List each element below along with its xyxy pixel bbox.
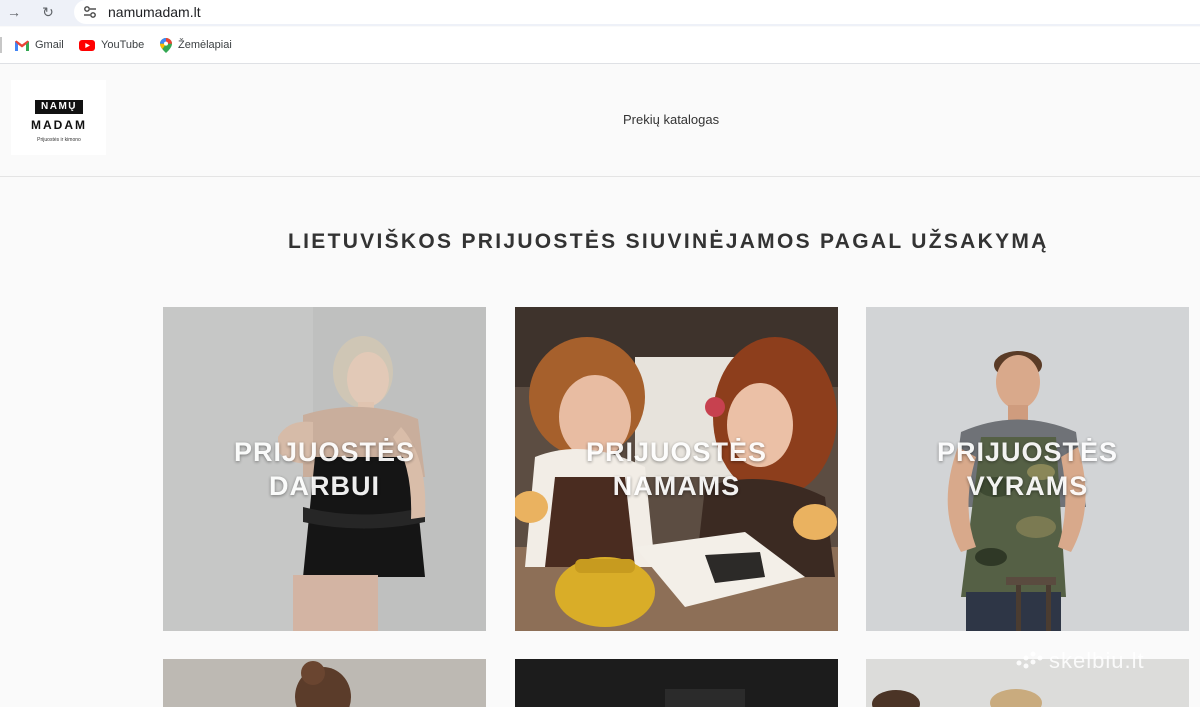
url-field[interactable]: namumadam.lt bbox=[74, 0, 1200, 24]
site-logo[interactable]: NAMŲ MADAM Prijuostės ir kimono bbox=[11, 80, 106, 155]
category-title-line1: PRIJUOSTĖS bbox=[233, 437, 416, 467]
bookmark-gmail-label: Gmail bbox=[35, 39, 64, 51]
logo-tagline: Prijuostės ir kimono bbox=[37, 137, 81, 143]
category-photo-row2-2 bbox=[515, 659, 838, 707]
bookmark-youtube-label: YouTube bbox=[101, 39, 145, 51]
bookmark-gmail[interactable]: Gmail bbox=[15, 37, 64, 53]
category-title-line2: NAMAMS bbox=[612, 471, 741, 501]
browser-address-bar: → ↻ namumadam.lt bbox=[0, 0, 1200, 26]
category-label-vyrams: PRIJUOSTĖS VYRAMS bbox=[866, 307, 1189, 631]
bookmark-maps-label: Žemėlapiai bbox=[178, 39, 232, 51]
reload-icon[interactable]: ↻ bbox=[38, 2, 58, 22]
skelbiu-logo-icon bbox=[1016, 651, 1043, 669]
site-settings-icon[interactable] bbox=[82, 4, 98, 20]
url-text: namumadam.lt bbox=[108, 4, 201, 20]
youtube-icon bbox=[79, 39, 95, 51]
category-card-namams[interactable]: PRIJUOSTĖS NAMAMS bbox=[515, 307, 838, 631]
watermark-text: skelbiu.lt bbox=[1049, 648, 1145, 673]
category-card-row2-2[interactable] bbox=[515, 659, 838, 707]
bookmark-youtube[interactable]: YouTube bbox=[79, 37, 144, 53]
skelbiu-watermark: skelbiu.lt bbox=[1015, 648, 1145, 674]
category-card-darbui[interactable]: PRIJUOSTĖS DARBUI bbox=[163, 307, 486, 631]
forward-arrow-icon[interactable]: → bbox=[4, 2, 24, 22]
bookmarks-bar: Gmail YouTube Žemėlapiai bbox=[0, 27, 1200, 64]
gmail-icon bbox=[15, 39, 29, 51]
category-label-namams: PRIJUOSTĖS NAMAMS bbox=[515, 307, 838, 631]
category-card-vyrams[interactable]: PRIJUOSTĖS VYRAMS bbox=[866, 307, 1189, 631]
maps-pin-icon bbox=[160, 37, 172, 53]
category-title-line1: PRIJUOSTĖS bbox=[936, 437, 1119, 467]
category-photo-row2-1 bbox=[163, 659, 486, 707]
bookmarks-divider bbox=[0, 37, 2, 53]
bookmark-maps[interactable]: Žemėlapiai bbox=[160, 37, 232, 53]
site-header: NAMŲ MADAM Prijuostės ir kimono Prekių k… bbox=[0, 65, 1200, 177]
category-title-line2: DARBUI bbox=[269, 471, 380, 501]
category-label-darbui: PRIJUOSTĖS DARBUI bbox=[163, 307, 486, 631]
logo-main-text: MADAM bbox=[31, 118, 87, 132]
category-card-row2-1[interactable] bbox=[163, 659, 486, 707]
category-title-line2: VYRAMS bbox=[966, 471, 1089, 501]
logo-top-text: NAMŲ bbox=[35, 100, 83, 114]
nav-link-catalog[interactable]: Prekių katalogas bbox=[623, 112, 719, 127]
page-headline: LIETUVIŠKOS PRIJUOSTĖS SIUVINĖJAMOS PAGA… bbox=[288, 230, 1049, 253]
category-title-line1: PRIJUOSTĖS bbox=[585, 437, 768, 467]
